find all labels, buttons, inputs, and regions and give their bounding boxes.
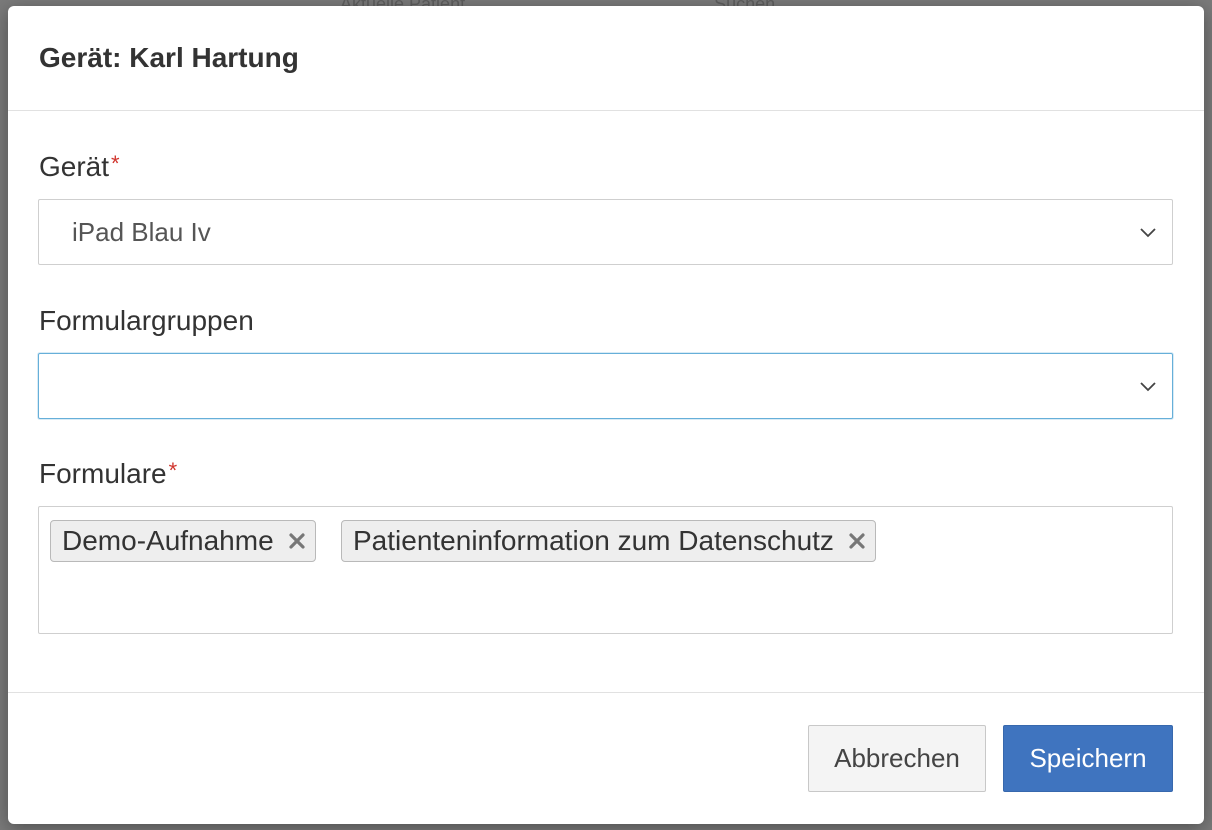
- device-select-value: iPad Blau Iv: [72, 217, 211, 247]
- form-groups-label: Formulargruppen: [39, 305, 254, 337]
- modal-footer: Abbrechen Speichern: [8, 693, 1204, 823]
- chevron-down-icon: [1140, 228, 1156, 238]
- close-icon[interactable]: [288, 532, 306, 550]
- required-mark: *: [168, 458, 178, 483]
- device-label-text: Gerät: [39, 151, 110, 182]
- cancel-button[interactable]: Abbrechen: [808, 725, 986, 792]
- forms-label: Formulare*: [39, 458, 177, 490]
- form-groups-select[interactable]: [38, 353, 1173, 419]
- chevron-down-icon: [1140, 382, 1156, 392]
- device-select[interactable]: iPad Blau Iv: [38, 199, 1173, 265]
- device-label: Gerät*: [39, 151, 120, 183]
- modal-header: Gerät: Karl Hartung: [8, 6, 1204, 111]
- required-mark: *: [111, 151, 120, 176]
- form-tag: Demo-Aufnahme: [50, 520, 316, 562]
- form-tag-label: Demo-Aufnahme: [62, 525, 274, 556]
- form-tag: Patienteninformation zum Datenschutz: [341, 520, 876, 562]
- modal-title: Gerät: Karl Hartung: [39, 42, 299, 73]
- device-modal: Gerät: Karl Hartung Gerät* iPad Blau Iv …: [8, 6, 1204, 824]
- form-tag-label: Patienteninformation zum Datenschutz: [353, 525, 834, 556]
- modal-body: Gerät* iPad Blau Iv Formulargruppen Form…: [8, 111, 1204, 693]
- save-button[interactable]: Speichern: [1003, 725, 1173, 792]
- forms-label-text: Formulare: [39, 458, 167, 489]
- close-icon[interactable]: [848, 532, 866, 550]
- forms-multiselect[interactable]: Demo-Aufnahme Patienteninformation zum D…: [38, 506, 1173, 634]
- form-groups-label-text: Formulargruppen: [39, 305, 254, 336]
